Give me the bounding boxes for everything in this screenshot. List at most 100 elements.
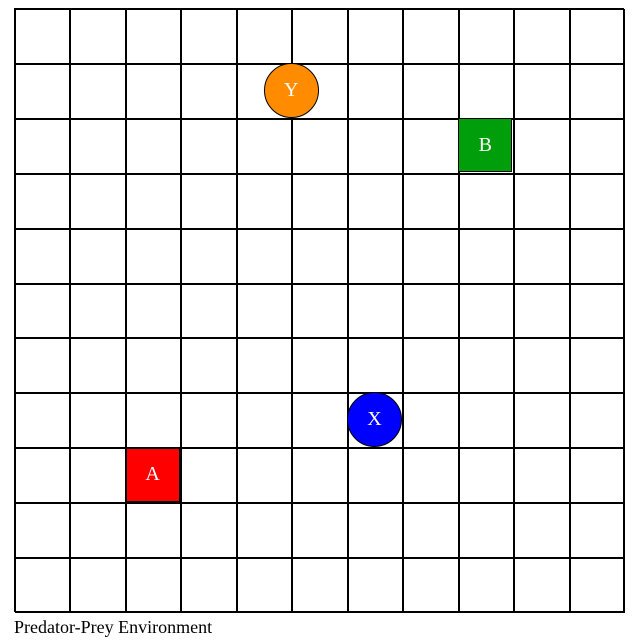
- grid-cell: [181, 174, 236, 229]
- grid-cell: [237, 448, 292, 503]
- grid-cell: [570, 503, 625, 558]
- grid-cell: [292, 503, 347, 558]
- grid-cell: [514, 284, 569, 339]
- grid-cell: [70, 174, 125, 229]
- grid-cell: [70, 448, 125, 503]
- grid-cell: [15, 284, 70, 339]
- grid-cell: [181, 119, 236, 174]
- grid-cell: [126, 558, 181, 613]
- grid-cell: [514, 119, 569, 174]
- grid-cell: [348, 284, 403, 339]
- figure-root: A B X Y Predator-Prey Environment: [0, 0, 640, 640]
- grid-cell: [403, 64, 458, 119]
- grid-cell: [459, 558, 514, 613]
- grid-cell: [514, 448, 569, 503]
- grid-cell: [237, 9, 292, 64]
- grid-cell: [15, 229, 70, 284]
- grid-cell: [181, 64, 236, 119]
- grid-cell: [126, 338, 181, 393]
- grid-cell: [570, 338, 625, 393]
- grid-cell: [237, 393, 292, 448]
- grid-cell: [126, 229, 181, 284]
- grid-cell: [237, 229, 292, 284]
- grid-cell: [237, 174, 292, 229]
- grid-cell: [237, 338, 292, 393]
- grid-cell: [459, 284, 514, 339]
- prey-x-label: X: [367, 408, 381, 431]
- grid-cell: [70, 9, 125, 64]
- grid-cell: [126, 9, 181, 64]
- grid-cell: [403, 338, 458, 393]
- grid-cell: [126, 174, 181, 229]
- grid-cell: [70, 119, 125, 174]
- grid-cell: [459, 338, 514, 393]
- grid-cell: [181, 284, 236, 339]
- grid-cell: [514, 64, 569, 119]
- grid-cell: [181, 229, 236, 284]
- grid-cell: [514, 393, 569, 448]
- grid-board: [14, 8, 624, 612]
- grid-cell: [292, 229, 347, 284]
- grid-cell: [126, 393, 181, 448]
- grid-cell: [570, 9, 625, 64]
- grid-cell: [237, 503, 292, 558]
- grid-cell: [570, 448, 625, 503]
- grid-cell: [126, 64, 181, 119]
- grid-cell: [70, 503, 125, 558]
- grid-cell: [403, 174, 458, 229]
- grid-cell: [348, 558, 403, 613]
- grid-cell: [570, 284, 625, 339]
- grid-cell: [181, 503, 236, 558]
- prey-y-label: Y: [284, 79, 298, 102]
- grid-cell: [570, 174, 625, 229]
- grid-cell: [403, 393, 458, 448]
- grid-cell: [15, 558, 70, 613]
- grid-cell: [15, 174, 70, 229]
- predator-a-label: A: [145, 463, 159, 486]
- grid-cell: [459, 9, 514, 64]
- grid-cell: [459, 503, 514, 558]
- grid-cell: [459, 448, 514, 503]
- grid-cell: [570, 64, 625, 119]
- grid-cell: [181, 9, 236, 64]
- grid-cell: [237, 558, 292, 613]
- grid-cell: [181, 448, 236, 503]
- grid-cell: [570, 393, 625, 448]
- grid-cell: [348, 229, 403, 284]
- grid-cell: [348, 338, 403, 393]
- grid-cell: [403, 9, 458, 64]
- grid-cell: [70, 338, 125, 393]
- grid-cell: [70, 284, 125, 339]
- grid-cell: [514, 338, 569, 393]
- grid-cell: [15, 9, 70, 64]
- grid-cell: [514, 229, 569, 284]
- grid-cell: [181, 558, 236, 613]
- grid-cell: [514, 174, 569, 229]
- grid-cell: [459, 174, 514, 229]
- prey-x: X: [347, 392, 402, 447]
- prey-y: Y: [264, 63, 319, 118]
- grid-cell: [292, 338, 347, 393]
- grid-cell: [292, 9, 347, 64]
- grid-cell: [570, 558, 625, 613]
- grid-cell: [459, 393, 514, 448]
- grid-cell: [514, 503, 569, 558]
- grid-cell: [292, 393, 347, 448]
- grid-cell: [403, 503, 458, 558]
- grid-cell: [15, 119, 70, 174]
- grid-cell: [292, 119, 347, 174]
- grid-cell: [348, 448, 403, 503]
- grid-cell: [348, 64, 403, 119]
- grid-cell: [70, 229, 125, 284]
- grid-cell: [70, 558, 125, 613]
- grid-cell: [15, 448, 70, 503]
- grid-cell: [403, 558, 458, 613]
- grid-cell: [292, 284, 347, 339]
- grid-cell: [70, 64, 125, 119]
- predator-a: A: [126, 448, 180, 502]
- grid-cell: [15, 503, 70, 558]
- predator-b-label: B: [479, 134, 492, 157]
- predator-b: B: [458, 118, 512, 172]
- grid-cell: [181, 393, 236, 448]
- caption: Predator-Prey Environment: [14, 617, 212, 638]
